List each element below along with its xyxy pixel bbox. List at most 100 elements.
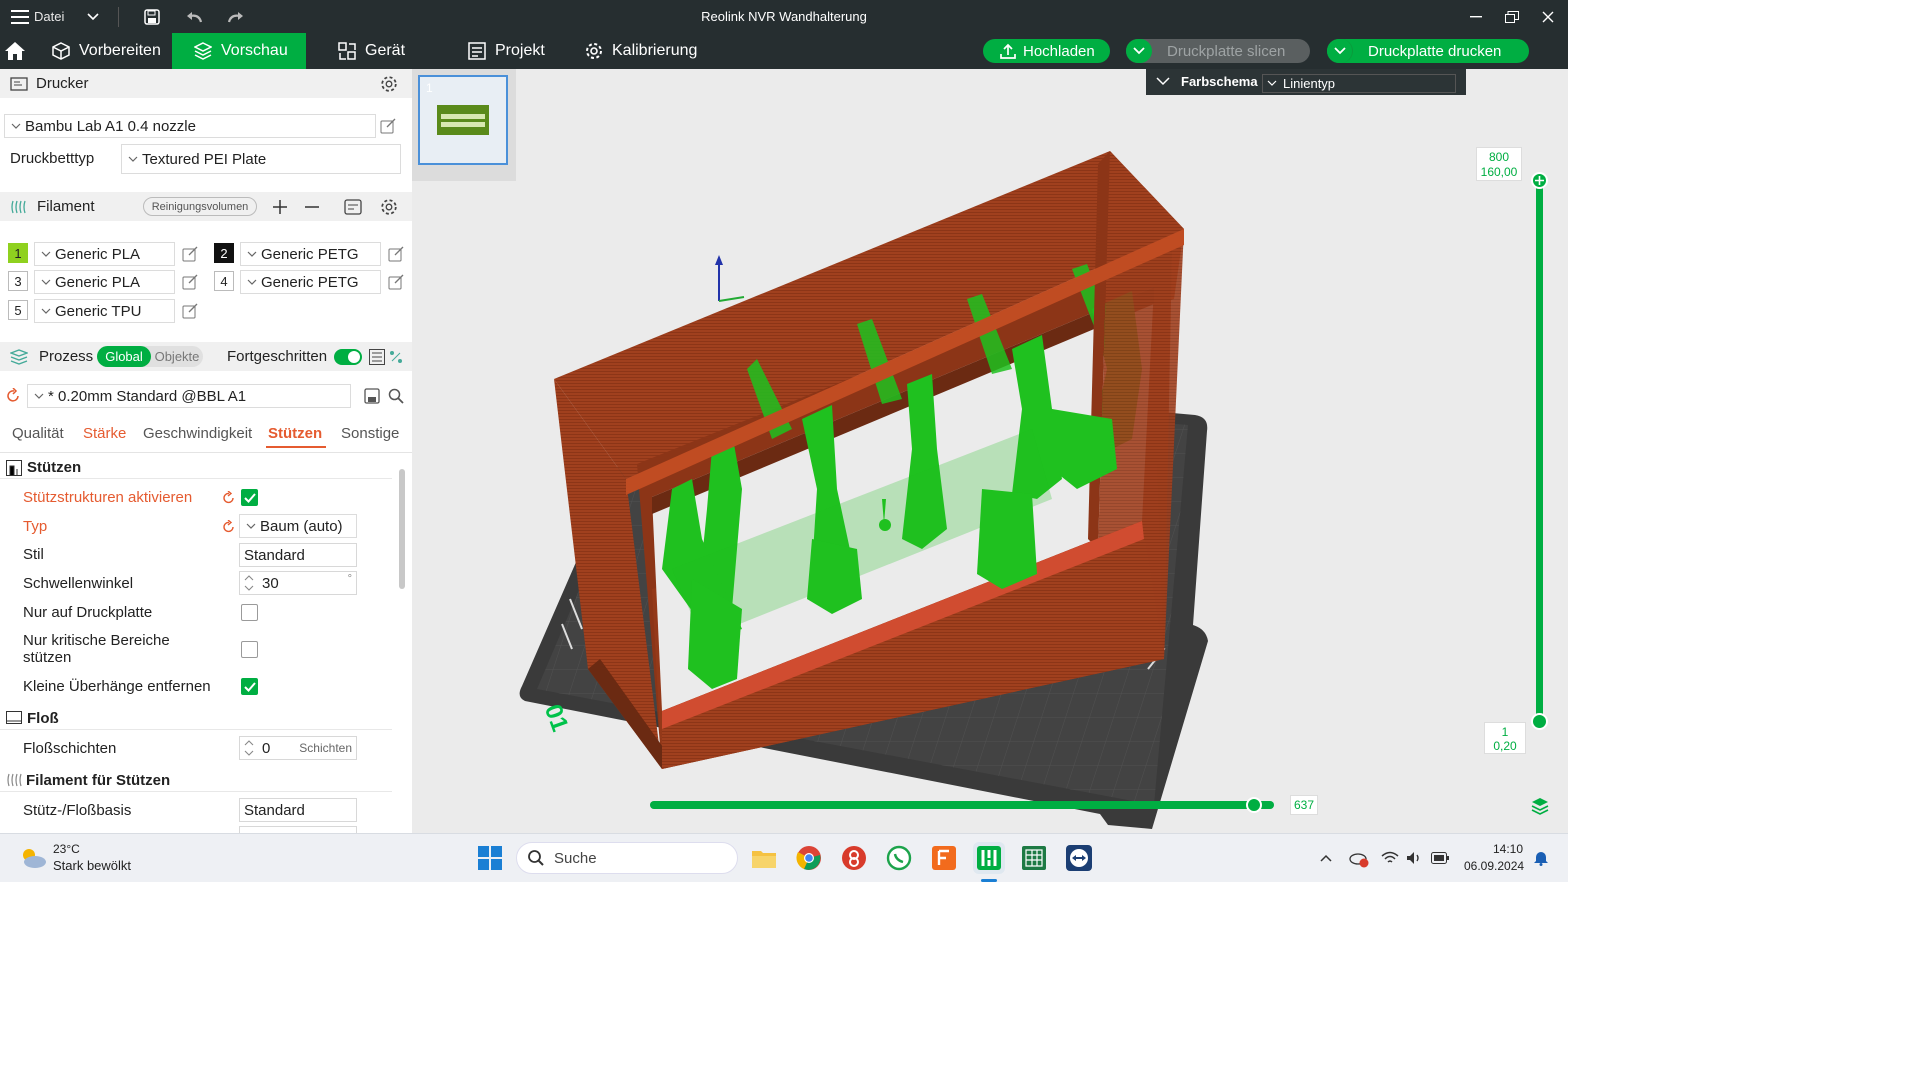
edit-icon[interactable] [182, 274, 198, 290]
reset-icon[interactable] [222, 520, 236, 534]
toggle-global[interactable]: Global [97, 346, 151, 367]
add-icon[interactable] [273, 199, 287, 214]
layer-slider-top-handle[interactable] [1531, 172, 1548, 189]
bed-type-value: Textured PEI Plate [142, 150, 267, 168]
fusion-app-icon[interactable] [928, 842, 960, 874]
volume-icon[interactable] [1406, 851, 1422, 865]
gear-icon[interactable] [380, 198, 398, 216]
compare-icon[interactable] [389, 350, 403, 364]
edit-icon[interactable] [388, 246, 404, 262]
slice-plate-button[interactable]: Druckplatte slicen [1126, 39, 1310, 63]
edit-icon[interactable] [380, 118, 396, 134]
subtab-strength[interactable]: Stärke [83, 425, 126, 442]
move-slider-handle[interactable] [1246, 797, 1262, 813]
support-base-select[interactable]: Standard [239, 798, 357, 822]
process-profile-select[interactable]: * 0.20mm Standard @BBL A1 [27, 384, 351, 408]
settings-scrollbar[interactable] [399, 469, 405, 589]
layer-slider-track[interactable] [1536, 179, 1543, 724]
filament-select[interactable]: Generic PETG [240, 242, 381, 266]
notification-bell-icon[interactable] [1533, 850, 1549, 866]
filament-slot-number[interactable]: 5 [8, 300, 28, 320]
edit-icon[interactable] [182, 303, 198, 319]
process-icon [10, 348, 28, 365]
bambu-studio-icon[interactable] [973, 842, 1005, 874]
list-icon[interactable] [369, 348, 385, 365]
tab-project[interactable]: Projekt [468, 33, 545, 69]
close-icon[interactable] [1538, 0, 1558, 33]
search-icon[interactable] [388, 388, 404, 404]
chrome-icon[interactable] [793, 842, 825, 874]
support-group-icon [6, 460, 22, 476]
layer-top-label: 800 160,00 [1476, 147, 1522, 181]
raft-layers-input[interactable]: 0 Schichten [239, 736, 357, 760]
taskbar-search-placeholder: Suche [554, 849, 597, 867]
tab-calibration[interactable]: Kalibrierung [585, 33, 697, 69]
file-explorer-icon[interactable] [748, 842, 780, 874]
layers-icon[interactable] [1531, 797, 1549, 815]
sync-ams-icon[interactable] [344, 198, 364, 216]
reset-icon[interactable] [222, 491, 236, 505]
spinner-icon[interactable] [242, 572, 256, 594]
upload-button[interactable]: Hochladen [983, 39, 1110, 63]
chevron-down-icon[interactable] [1126, 39, 1152, 63]
print-plate-button[interactable]: Druckplatte drucken [1327, 39, 1529, 63]
teamviewer-icon[interactable] [1063, 842, 1095, 874]
app-circle-icon[interactable] [838, 842, 870, 874]
filament-slot-number[interactable]: 3 [8, 271, 28, 291]
plate-only-checkbox[interactable] [241, 604, 258, 621]
home-icon[interactable] [0, 33, 38, 69]
remove-icon[interactable] [305, 200, 319, 214]
axis-gizmo [715, 255, 745, 302]
tab-device[interactable]: Gerät [338, 33, 405, 69]
chevron-down-icon[interactable] [1327, 39, 1353, 63]
critical-only-checkbox[interactable] [241, 641, 258, 658]
taskbar-search-box[interactable]: Suche [516, 842, 738, 874]
gear-icon[interactable] [380, 75, 398, 93]
minimize-icon[interactable] [1466, 0, 1486, 33]
reset-icon[interactable] [5, 388, 21, 404]
enable-support-checkbox[interactable] [241, 489, 258, 506]
subtab-others[interactable]: Sonstige [341, 425, 399, 442]
edit-icon[interactable] [182, 246, 198, 262]
subtab-support[interactable]: Stützen [268, 425, 322, 442]
restore-icon[interactable] [1502, 0, 1522, 33]
subtab-speed[interactable]: Geschwindigkeit [143, 425, 252, 442]
support-type-select[interactable]: Baum (auto) [239, 514, 357, 538]
threshold-angle-input[interactable]: 30 ° [239, 571, 357, 595]
move-slider-track[interactable] [650, 801, 1274, 809]
filament-slot-number[interactable]: 4 [214, 271, 234, 291]
battery-icon[interactable] [1431, 852, 1449, 864]
clock-time: 14:10 [1493, 842, 1524, 856]
weather-cloudy-icon[interactable] [18, 846, 48, 870]
spinner-icon[interactable] [242, 737, 256, 759]
advanced-switch[interactable] [334, 349, 362, 365]
subtab-quality[interactable]: Qualität [12, 425, 64, 442]
tab-preview[interactable]: Vorschau [172, 33, 306, 69]
wifi-icon[interactable] [1381, 851, 1399, 865]
3d-preview-viewport[interactable]: 1 Farbschema Linientyp 01 800 160,00 1 0… [412, 69, 1568, 833]
save-icon[interactable] [364, 388, 380, 404]
support-interface-select[interactable] [239, 826, 357, 833]
filament-select[interactable]: Generic PLA [34, 270, 175, 294]
excel-icon[interactable] [1018, 842, 1050, 874]
toggle-objects[interactable]: Objekte [151, 346, 203, 367]
threshold-angle-value: 30 [262, 574, 279, 592]
global-objects-toggle[interactable]: Global Objekte [97, 346, 203, 367]
edit-icon[interactable] [388, 274, 404, 290]
filament-slot-number[interactable]: 2 [214, 243, 234, 263]
printer-select[interactable]: Bambu Lab A1 0.4 nozzle [4, 114, 376, 138]
cloud-alert-icon[interactable] [1349, 850, 1369, 868]
bed-type-select[interactable]: Textured PEI Plate [121, 144, 401, 174]
tab-prepare[interactable]: Vorbereiten [38, 33, 172, 69]
filament-slot-number[interactable]: 1 [8, 243, 28, 263]
whatsapp-icon[interactable] [883, 842, 915, 874]
filament-select[interactable]: Generic PLA [34, 242, 175, 266]
layer-slider-bottom-handle[interactable] [1531, 713, 1548, 730]
windows-start-icon[interactable] [474, 842, 506, 874]
support-style-select[interactable]: Standard [239, 543, 357, 567]
filament-select[interactable]: Generic TPU [34, 299, 175, 323]
remove-small-overhang-checkbox[interactable] [241, 678, 258, 695]
filament-select[interactable]: Generic PETG [240, 270, 381, 294]
purge-volume-button[interactable]: Reinigungsvolumen [143, 197, 257, 216]
chevron-up-icon[interactable] [1320, 854, 1332, 862]
